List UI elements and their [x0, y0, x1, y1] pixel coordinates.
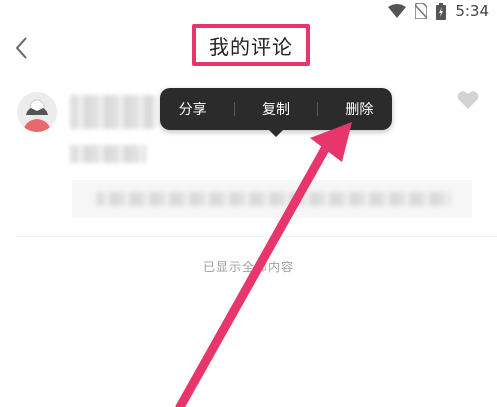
context-menu: 分享 复制 删除 — [160, 88, 392, 130]
like-button[interactable] — [457, 90, 479, 110]
context-menu-pointer — [268, 129, 284, 137]
list-end-text: 已显示全部内容 — [202, 260, 294, 274]
heart-icon — [457, 91, 479, 109]
share-menu-item[interactable]: 分享 — [169, 99, 217, 119]
original-post-blurred — [96, 192, 451, 206]
comment-meta-blurred — [70, 145, 146, 163]
battery-icon — [436, 2, 447, 20]
chevron-left-icon — [15, 37, 27, 59]
page-title: 我的评论 — [209, 34, 293, 59]
delete-menu-item[interactable]: 删除 — [335, 99, 383, 119]
status-bar: 5:34 — [0, 0, 497, 26]
menu-separator — [233, 102, 235, 116]
menu-separator — [317, 102, 319, 116]
avatar[interactable] — [17, 92, 57, 132]
username-blurred — [70, 95, 155, 129]
status-icons: 5:34 — [388, 2, 489, 20]
status-time: 5:34 — [455, 2, 489, 20]
user-avatar-icon — [17, 92, 57, 132]
wifi-icon — [388, 4, 407, 18]
back-button[interactable] — [12, 35, 34, 61]
divider — [16, 236, 497, 237]
original-post-box[interactable] — [72, 180, 472, 218]
no-sim-icon — [415, 3, 428, 19]
title-highlight-box: 我的评论 — [192, 24, 310, 66]
screen: 5:34 我的评论 已显示全部内容 分享 复制 删除 — [0, 0, 497, 407]
copy-menu-item[interactable]: 复制 — [252, 99, 300, 119]
